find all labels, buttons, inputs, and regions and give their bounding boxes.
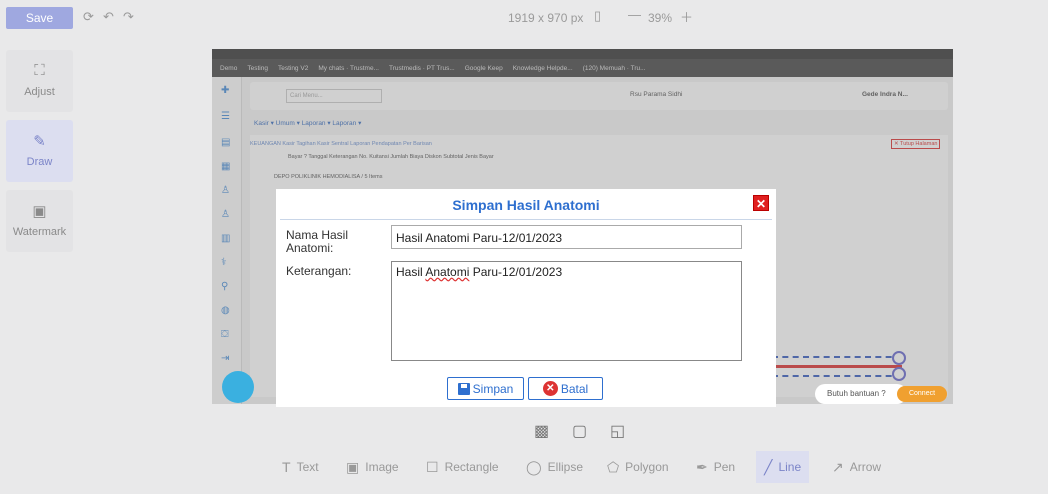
tool-label: Image [365,460,399,474]
image-dimensions: 1919 x 970 px [508,11,584,25]
rectangle-icon: ☐ [426,458,439,475]
zoom-out-icon[interactable]: — [628,7,641,22]
tool-label: Rectangle [444,460,499,474]
tool-label: Line [778,460,802,474]
tool-label: Arrow [849,460,882,474]
watermark-tool[interactable]: ▣ Watermark [6,190,73,252]
tool-label: Text [296,460,319,474]
fit-icon[interactable]: ▢ [572,421,587,441]
draw-tool[interactable]: ✎ Draw [6,120,73,182]
transparency-icon[interactable]: ▩ [534,421,549,441]
rectangle-tool[interactable]: ☐ Rectangle [418,451,507,483]
help-prompt: Butuh bantuan ? [815,384,907,404]
simpan-button[interactable]: Simpan [447,377,524,400]
polygon-icon: ⬠ [607,458,620,475]
chat-button [222,371,254,403]
text-tool[interactable]: T Text [274,451,327,483]
save-button[interactable]: Save [6,7,73,29]
batal-button[interactable]: ✕ Batal [528,377,603,400]
keterangan-label: Keterangan: [286,264,352,278]
polygon-tool[interactable]: ⬠ Polygon [599,451,677,483]
redo-icon[interactable]: ↷ [123,9,134,25]
connect-button: Connect [897,386,947,402]
text-segment: Paru-12/01/2023 [469,265,563,279]
ellipse-icon: ◯ [526,458,542,475]
dialog-title: Simpan Hasil Anatomi [452,197,600,213]
image-tool[interactable]: ▣ Image [338,451,407,483]
top-toolbar: Save ⟳ ↶ ↷ 1919 x 970 px ▯ — 39% ＋ [0,0,1048,36]
arrow-icon: ↗ [832,458,844,475]
name-label: Nama Hasil Anatomi: [286,228,349,255]
keterangan-textarea[interactable]: Hasil Anatomi Paru-12/01/2023 [391,261,742,361]
close-icon[interactable]: ✕ [753,195,769,211]
crop-icon: ⛶ [34,62,45,79]
pen-tool[interactable]: ✒ Pen [688,451,743,483]
arrow-tool[interactable]: ↗ Arrow [824,451,889,483]
pencil-icon: ✎ [33,133,46,150]
spellcheck-word: Anatomi [425,265,470,279]
line-tool[interactable]: ╱ Line [756,451,810,483]
image-icon: ▣ [346,458,360,475]
refresh-icon[interactable]: ⟳ [83,9,94,25]
button-label: Simpan [472,381,514,396]
zoom-in-icon[interactable]: ＋ [680,7,693,26]
tool-label: Pen [713,460,736,474]
name-input[interactable]: Hasil Anatomi Paru-12/01/2023 [391,225,742,249]
undo-icon[interactable]: ↶ [103,9,114,25]
adjust-tool[interactable]: ⛶ Adjust [6,50,73,112]
tool-label: Polygon [625,460,669,474]
pen-icon: ✒ [696,458,708,475]
line-icon: ╱ [764,458,773,475]
compare-icon[interactable]: ▯ [594,8,601,24]
simpan-dialog: Simpan Hasil Anatomi ✕ Nama Hasil Anatom… [276,189,776,407]
zoom-level: 39% [648,11,673,25]
button-label: Batal [560,381,589,396]
ellipse-tool[interactable]: ◯ Ellipse [518,451,591,483]
text-segment: Hasil [396,265,426,279]
resize-icon[interactable]: ◱ [610,421,625,441]
image-icon: ▣ [32,203,47,220]
tool-label: Ellipse [547,460,584,474]
cancel-icon: ✕ [542,381,558,396]
divider [280,219,772,220]
text-icon: T [282,459,291,475]
floppy-icon [457,382,470,395]
